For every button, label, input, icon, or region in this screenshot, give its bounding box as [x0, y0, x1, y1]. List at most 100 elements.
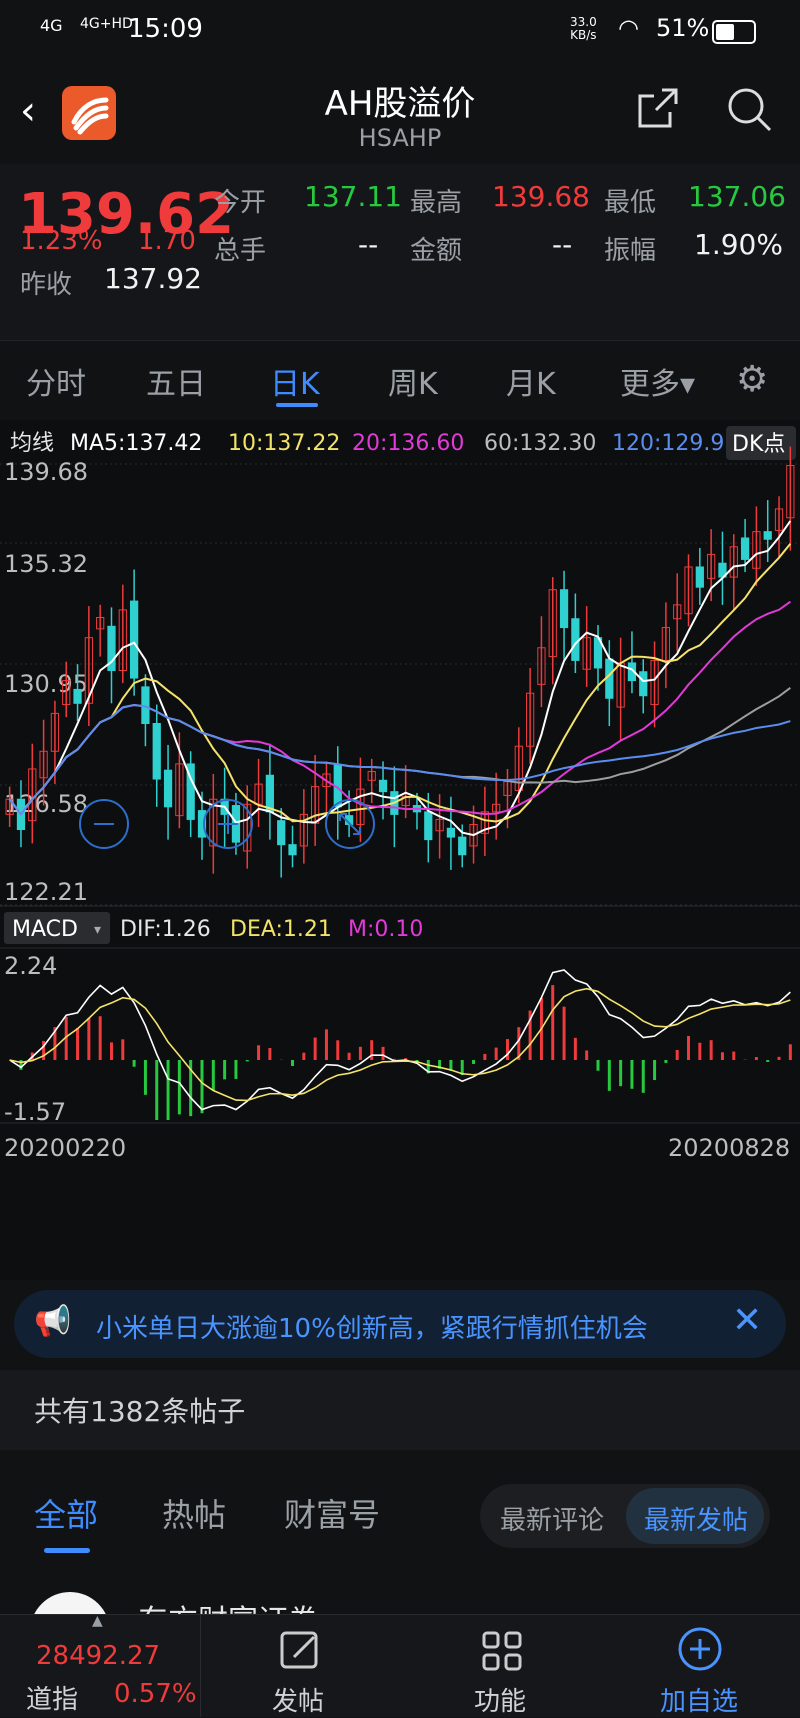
header: ‹ AH股溢价 HSAHP [0, 64, 800, 164]
expand-up-icon[interactable]: ▲ [92, 1613, 103, 1629]
share-icon[interactable] [636, 86, 678, 128]
close-icon[interactable]: ✕ [732, 1300, 762, 1341]
candle [129, 600, 139, 679]
posts-tab-indicator [44, 1548, 90, 1553]
function-button-label[interactable]: 功能 [474, 1681, 526, 1718]
post-button-label[interactable]: 发帖 [272, 1681, 324, 1718]
network-indicator-1: 4G [40, 16, 63, 35]
macd-top-label: 2.24 [4, 952, 57, 980]
tab-monthly-k[interactable]: 月K [506, 359, 556, 403]
banner-text[interactable]: 小米单日大涨逾10%创新高，紧跟行情抓住机会 [96, 1308, 648, 1345]
amount-label: 金额 [410, 236, 463, 266]
volume-label: 总手 [214, 236, 267, 266]
post-count-bar: 共有1382条帖子 [0, 1370, 800, 1450]
low-label: 最低 [604, 188, 657, 218]
battery-percent: 51% [656, 14, 710, 42]
speed-unit: KB/s [570, 28, 597, 42]
y-label-4: 126.58 [4, 790, 88, 818]
candle [446, 827, 456, 838]
change-value: 1.70 [138, 226, 196, 256]
post-count: 共有1382条帖子 [34, 1395, 246, 1428]
add-watchlist-label[interactable]: 加自选 [660, 1681, 738, 1718]
candle [559, 589, 569, 629]
kline-chart-panel: 均线 MA5:137.42 10:137.22 20:136.60 60:132… [0, 420, 800, 1280]
index-change[interactable]: 0.57% [114, 1679, 197, 1709]
add-watchlist-icon[interactable] [676, 1625, 724, 1673]
post-author[interactable]: 东方财富证券 [138, 1596, 318, 1614]
prev-close-value: 137.92 [104, 262, 202, 295]
amount-value: -- [552, 228, 573, 261]
candle [424, 811, 433, 841]
candle [265, 774, 275, 813]
wifi-icon: ◠ [618, 14, 639, 42]
candle [163, 769, 173, 808]
macd-dif: DIF:1.26 [120, 917, 211, 942]
svg-text:▾: ▾ [94, 922, 101, 938]
clock: 15:09 [128, 14, 203, 44]
post-tabs: 全部 热帖 财富号 最新评论 最新发帖 [0, 1470, 800, 1560]
ma10-value: 10:137.22 [228, 431, 340, 456]
page-title: AH股溢价 [324, 84, 476, 124]
macd-bottom-label: -1.57 [4, 1098, 66, 1126]
speed-value: 33.0 [570, 15, 597, 29]
search-icon[interactable] [726, 86, 774, 134]
tab-five-day[interactable]: 五日 [146, 359, 206, 403]
y-label-2: 135.32 [4, 550, 88, 578]
tab-daily-k[interactable]: 日K [270, 359, 320, 403]
index-name[interactable]: 道指 [26, 1679, 78, 1716]
sort-latest-comment[interactable]: 最新评论 [500, 1500, 604, 1537]
tab-hot-posts[interactable]: 热帖 [162, 1490, 226, 1536]
amplitude-label: 振幅 [604, 236, 657, 266]
function-grid-icon[interactable] [478, 1627, 526, 1675]
high-value: 139.68 [492, 180, 590, 213]
tab-wealth-account[interactable]: 财富号 [284, 1490, 380, 1536]
candle [740, 537, 750, 560]
dk-point-label: DK点 [732, 432, 785, 457]
ma120-value: 120:129.9 [612, 431, 724, 456]
battery-icon [712, 20, 756, 44]
high-label: 最高 [410, 188, 463, 218]
tab-all-posts[interactable]: 全部 [34, 1490, 98, 1536]
ma20-value: 20:136.60 [352, 431, 464, 456]
status-bar: 4G 4G+HD 15:09 33.0 KB/s ◠ 51% [0, 0, 800, 64]
x-label-end: 20200828 [668, 1134, 790, 1162]
post-edit-icon[interactable] [276, 1627, 324, 1675]
sort-toggle: 最新评论 最新发帖 [480, 1484, 770, 1548]
volume-value: -- [358, 228, 379, 261]
amplitude-value: 1.90% [694, 228, 783, 261]
y-label-min: 122.21 [4, 878, 88, 906]
period-tabs: 分时 五日 日K 周K 月K 更多▾ ⚙ [0, 340, 800, 421]
change-percent: 1.23% [20, 226, 103, 256]
tab-more[interactable]: 更多▾ [620, 359, 695, 403]
candle [288, 844, 297, 856]
ma60-value: 60:132.30 [484, 431, 596, 456]
network-indicator-2: 4G+HD [80, 16, 133, 32]
low-value: 137.06 [688, 180, 786, 213]
tab-weekly-k[interactable]: 周K [388, 359, 438, 403]
open-value: 137.11 [304, 180, 402, 213]
macd-label: MACD [12, 917, 78, 942]
candle [571, 618, 580, 661]
index-value[interactable]: 28492.27 [36, 1641, 160, 1671]
candle [152, 723, 161, 780]
candle [73, 688, 82, 704]
active-tab-indicator [276, 403, 318, 407]
bottom-nav: ▲ 28492.27 道指 0.57% 发帖 功能 加自选 [0, 1613, 800, 1718]
ma-label: 均线 [10, 431, 54, 456]
candle [695, 566, 704, 588]
network-speed: 33.0 KB/s [570, 16, 597, 42]
news-banner[interactable]: 📢 小米单日大涨逾10%创新高，紧跟行情抓住机会 ✕ [14, 1290, 786, 1358]
x-label-start: 20200220 [4, 1134, 126, 1162]
settings-gear-icon[interactable]: ⚙ [736, 359, 768, 400]
macd-m: M:0.10 [348, 917, 423, 942]
candle [639, 671, 648, 697]
candle [277, 820, 286, 846]
kline-chart[interactable]: 均线 MA5:137.42 10:137.22 20:136.60 60:132… [0, 420, 800, 1280]
stock-code: HSAHP [358, 124, 442, 152]
sort-latest-post[interactable]: 最新发帖 [644, 1500, 748, 1537]
open-label: 今开 [214, 188, 267, 218]
candle [458, 836, 467, 856]
prev-close-label: 昨收 [20, 270, 73, 300]
candle [378, 779, 388, 793]
tab-intraday[interactable]: 分时 [26, 359, 86, 403]
